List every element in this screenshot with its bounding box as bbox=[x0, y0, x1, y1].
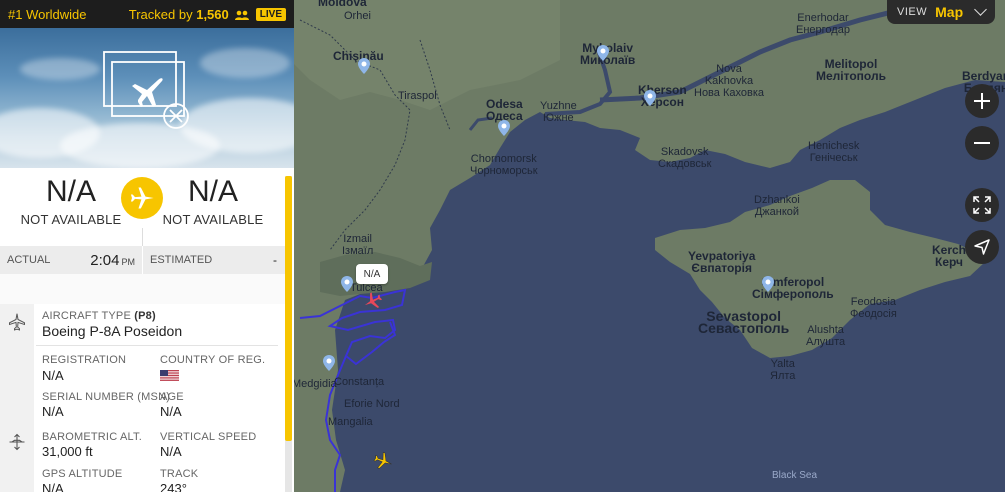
aircraft-type-value: Boeing P-8A Poseidon bbox=[42, 323, 183, 339]
airport-pin-icon[interactable] bbox=[341, 276, 353, 292]
route-divider bbox=[142, 228, 143, 246]
age-value: N/A bbox=[160, 404, 182, 419]
airport-pin-icon[interactable] bbox=[358, 58, 370, 74]
map-label-feodosia: Feodosia Феодосія bbox=[850, 296, 897, 320]
airport-pin-icon[interactable] bbox=[762, 276, 774, 292]
track-value: 243° bbox=[160, 481, 187, 492]
us-flag-icon bbox=[160, 370, 179, 381]
flight-info-panel: #1 Worldwide Tracked by 1,560 LIVE N/A N… bbox=[0, 0, 294, 492]
origin[interactable]: N/A NOT AVAILABLE bbox=[0, 168, 142, 246]
map-label-chornomorsk: Chornomorsk Чорноморськ bbox=[470, 153, 538, 177]
minus-icon bbox=[974, 142, 990, 144]
barometric-altitude-value: 31,000 ft bbox=[42, 444, 93, 459]
map-label-orhei: Orhei bbox=[344, 10, 371, 22]
destination-code: N/A bbox=[187, 175, 238, 208]
registration-label: REGISTRATION bbox=[42, 354, 127, 366]
plane-icon bbox=[121, 177, 163, 219]
map-label-nova-kakhovka: Nova Kakhovka Нова Каховка bbox=[694, 63, 764, 99]
map-label-yalta: Yalta Ялта bbox=[770, 358, 796, 382]
view-value: Map bbox=[935, 4, 964, 20]
map-label-odesa: Odesa Одеса bbox=[486, 97, 523, 123]
country-label: COUNTRY OF REG. bbox=[160, 354, 266, 366]
altitude-icon bbox=[9, 433, 25, 451]
track-label: TRACK bbox=[160, 468, 199, 480]
map-label-mangalia: Mangalia bbox=[328, 416, 373, 428]
navigation-arrow-icon bbox=[974, 239, 990, 255]
actual-time-cell: ACTUAL 2:04 PM bbox=[0, 246, 142, 274]
estimated-value: - bbox=[273, 253, 277, 267]
serial-number-value: N/A bbox=[42, 404, 64, 419]
aircraft-type-label: AIRCRAFT TYPE (P8) bbox=[42, 310, 156, 322]
map-label-black-sea: Black Sea bbox=[772, 470, 818, 481]
live-badge: LIVE bbox=[255, 7, 286, 21]
airport-pin-icon[interactable] bbox=[498, 120, 510, 136]
map-label-melitopol: Melitopol Мелітополь bbox=[816, 57, 886, 83]
estimated-time-cell: ESTIMATED - bbox=[142, 246, 284, 274]
destination[interactable]: N/A NOT AVAILABLE bbox=[142, 168, 284, 246]
map-label-alushta: Alushta Алушта bbox=[806, 324, 846, 348]
aircraft-callout[interactable]: N/A bbox=[356, 264, 388, 284]
airport-pin-icon[interactable] bbox=[323, 355, 335, 371]
barometric-altitude-label: BAROMETRIC ALT. bbox=[42, 431, 142, 443]
aircraft-details: AIRCRAFT TYPE (P8) Boeing P-8A Poseidon … bbox=[0, 304, 285, 492]
airport-pin-icon[interactable] bbox=[597, 45, 609, 61]
map-label-moldova: Moldova bbox=[318, 0, 367, 9]
map-label-yuzhne: Yuzhne Южне bbox=[540, 100, 577, 124]
vertical-speed-value: N/A bbox=[160, 444, 182, 459]
scrollbar-thumb[interactable] bbox=[285, 176, 292, 441]
plus-icon bbox=[974, 93, 990, 109]
details-rail bbox=[0, 304, 34, 492]
registration-value: N/A bbox=[42, 368, 64, 383]
view-label: VIEW bbox=[897, 6, 928, 18]
panel-topbar: #1 Worldwide Tracked by 1,560 LIVE bbox=[0, 0, 294, 28]
view-mode-selector[interactable]: VIEW Map bbox=[887, 0, 995, 24]
map-label-enerhodar: Enerhodar Енергодар bbox=[796, 12, 850, 36]
aircraft-icon bbox=[9, 313, 26, 331]
map-label-eforie: Eforie Nord bbox=[344, 398, 400, 410]
vertical-speed-label: VERTICAL SPEED bbox=[160, 431, 257, 443]
map-label-constanta: Constanța bbox=[334, 376, 385, 388]
fullscreen-button[interactable] bbox=[965, 188, 999, 222]
route-summary: N/A NOT AVAILABLE N/A NOT AVAILABLE bbox=[0, 168, 285, 246]
map-label-tiraspol: Tiraspol bbox=[398, 90, 437, 102]
serial-number-label: SERIAL NUMBER (MSN) bbox=[42, 391, 171, 403]
users-icon bbox=[234, 10, 249, 20]
zoom-out-button[interactable] bbox=[965, 126, 999, 160]
aircraft-photo-placeholder bbox=[0, 28, 294, 168]
chevron-down-icon bbox=[974, 3, 987, 16]
tracked-by: Tracked by 1,560 bbox=[128, 6, 229, 22]
estimated-label: ESTIMATED bbox=[150, 254, 213, 266]
zoom-in-button[interactable] bbox=[965, 84, 999, 118]
map-label-dzhankoi: Dzhankoi Джанкой bbox=[754, 194, 800, 218]
map-label-yevpatoriya: Yevpatoriya Євпаторія bbox=[688, 249, 756, 275]
flight-times: ACTUAL 2:04 PM ESTIMATED - bbox=[0, 246, 285, 274]
destination-city: NOT AVAILABLE bbox=[162, 212, 264, 227]
expand-icon bbox=[973, 196, 991, 214]
map-label-kerch: Kerch Керч bbox=[932, 243, 967, 269]
row-separator bbox=[36, 345, 278, 346]
map-label-skadovsk: Skadovsk Скадовськ bbox=[658, 146, 712, 170]
actual-time: 2:04 PM bbox=[90, 251, 135, 269]
app-root: Moldova Orhei Chișinău Tiraspol Mykolaiv… bbox=[0, 0, 1005, 492]
airport-pin-icon[interactable] bbox=[644, 90, 656, 106]
panel-scrollbar[interactable] bbox=[285, 176, 292, 492]
gps-altitude-value: N/A bbox=[42, 481, 64, 492]
progress-area bbox=[0, 274, 285, 304]
origin-city: NOT AVAILABLE bbox=[20, 212, 122, 227]
locate-button[interactable] bbox=[965, 230, 999, 264]
map-label-henichesk: Henichesk Генічеськ bbox=[808, 140, 860, 164]
map-label-sevastopol: Sevastopol Севастополь bbox=[698, 308, 790, 336]
map-label-medgidia: Medgidia bbox=[292, 378, 337, 390]
gps-altitude-label: GPS ALTITUDE bbox=[42, 468, 123, 480]
map-label-izmail: Izmail Ізмаїл bbox=[342, 233, 374, 257]
no-photo-icon bbox=[103, 51, 189, 129]
actual-label: ACTUAL bbox=[7, 254, 51, 266]
age-label: AGE bbox=[160, 391, 184, 403]
rank-text: #1 Worldwide bbox=[8, 6, 87, 22]
